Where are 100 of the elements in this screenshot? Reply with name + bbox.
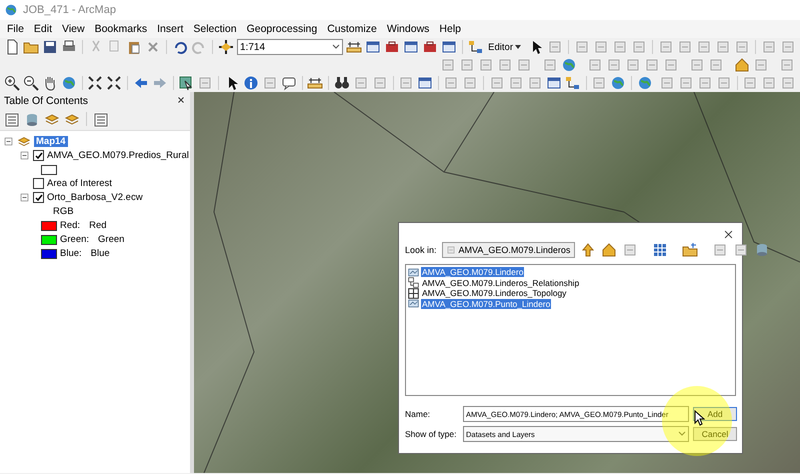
toolbar-icon[interactable] [658,75,675,91]
toolbar-icon[interactable] [574,39,590,55]
info-icon[interactable] [242,75,259,91]
toolbar-icon[interactable] [761,75,778,91]
dataset-item[interactable]: AMVA_GEO.M079.Linderos_Relationship [421,278,580,288]
home-icon[interactable] [600,242,617,258]
toolbar-icon[interactable] [696,39,712,55]
toolbar-icon[interactable] [612,39,628,55]
toolbar-icon[interactable] [780,75,796,91]
toolbar-icon[interactable] [734,39,750,55]
save-icon[interactable] [42,39,58,55]
close-icon[interactable] [176,95,186,105]
menu-item[interactable]: Insert [152,23,188,35]
menu-item[interactable]: Customize [322,23,382,35]
toolbar-icon[interactable] [715,39,731,55]
window-icon[interactable] [416,75,433,91]
toolbar-icon[interactable] [625,57,641,73]
menu-item[interactable]: Geoprocessing [242,23,322,35]
toolbar-icon[interactable] [689,57,705,73]
layer-name[interactable]: Orto_Barbosa_V2.ecw [47,192,143,203]
editor-menu[interactable]: Editor [488,42,521,52]
zoom-in-icon[interactable] [4,75,20,91]
cancel-button[interactable]: Cancel [693,427,737,441]
menu-item[interactable]: Windows [382,23,434,35]
toolbar-icon[interactable] [508,75,524,91]
expand-arrows-icon[interactable] [106,75,122,91]
home-icon[interactable] [734,57,750,73]
forward-arrow-icon[interactable] [152,75,168,91]
menu-item[interactable]: Bookmarks [90,23,152,35]
model-icon[interactable] [468,39,484,55]
speech-bubble-icon[interactable] [280,75,297,91]
collapse-toggle-icon[interactable] [19,150,30,161]
menu-item[interactable]: Help [434,23,466,35]
layer-checkbox[interactable] [33,192,44,203]
toolbox-icon[interactable] [384,39,400,55]
toolbar-icon[interactable] [622,242,638,258]
look-in-dropdown[interactable]: AMVA_GEO.M079.Linderos [442,242,575,258]
undo-icon[interactable] [172,39,188,55]
window-icon[interactable] [441,39,457,55]
toolbar-icon[interactable] [443,75,460,91]
toolbar-icon[interactable] [606,57,622,73]
globe-icon[interactable] [610,75,626,91]
database-icon[interactable] [24,112,40,128]
layer-name[interactable]: AMVA_GEO.M079.Predios_Rural [47,150,189,161]
toolbar-icon[interactable] [761,39,777,55]
binoculars-icon[interactable] [334,75,350,91]
menu-item[interactable]: Edit [28,23,58,35]
layer-name[interactable]: Area of Interest [47,178,112,189]
toolbar-icon[interactable] [696,75,713,91]
toolbar-icon[interactable] [488,75,505,91]
toolbar-icon[interactable] [372,75,388,91]
list-icon[interactable] [93,112,109,128]
layer-name[interactable]: Map14 [34,136,68,147]
paste-icon[interactable] [126,39,142,55]
toolbar-icon[interactable] [742,75,758,91]
select-features-icon[interactable] [178,75,194,91]
zoom-out-icon[interactable] [23,75,39,91]
toolbar-icon[interactable] [780,39,796,55]
layer-checkbox[interactable] [33,150,44,161]
toolbar-icon[interactable] [644,57,660,73]
add-button[interactable]: Add [693,407,737,421]
ruler-icon[interactable] [346,39,362,55]
close-icon[interactable] [723,229,734,240]
menu-item[interactable]: View [57,23,90,35]
toolbar-icon[interactable] [663,57,679,73]
back-arrow-icon[interactable] [132,75,149,91]
collapse-toggle-icon[interactable] [3,136,14,147]
layer-checkbox[interactable] [33,178,44,189]
dataset-item[interactable]: AMVA_GEO.M079.Lindero [421,267,524,278]
dataset-item[interactable]: AMVA_GEO.M079.Linderos_Topology [421,288,568,298]
expand-arrows-icon[interactable] [87,75,104,91]
ruler-icon[interactable] [307,75,324,91]
toolbar-icon[interactable] [591,75,608,91]
menu-item[interactable]: Selection [188,23,242,35]
toolbar-icon[interactable] [631,39,647,55]
toolbar-icon[interactable] [593,39,609,55]
up-folder-icon[interactable] [580,242,596,258]
toolbox-icon[interactable] [422,39,438,55]
toolbar-icon[interactable] [779,57,795,73]
toolbar-icon[interactable] [497,57,513,73]
dataset-item[interactable]: AMVA_GEO.M079.Punto_Lindero [421,298,552,309]
window-icon[interactable] [365,39,381,55]
toolbar-icon[interactable] [658,39,674,55]
toolbar-icon[interactable] [716,75,732,91]
toolbar-icon[interactable] [587,57,603,73]
window-icon[interactable] [546,75,562,91]
new-folder-icon[interactable] [682,242,698,258]
toolbar-icon[interactable] [708,57,724,73]
window-icon[interactable] [403,39,419,55]
collapse-toggle-icon[interactable] [19,192,30,203]
toolbar-icon[interactable] [677,39,693,55]
model-icon[interactable] [564,75,581,91]
scale-field[interactable]: 1:714 [237,39,343,55]
toolbar-icon[interactable] [753,57,769,73]
globe-icon[interactable] [636,75,653,91]
toolbar-icon[interactable] [732,242,749,258]
list-icon[interactable] [4,112,20,128]
toolbar-icon[interactable] [462,75,478,91]
toolbar-icon[interactable] [678,75,694,91]
menu-item[interactable]: File [2,23,29,35]
